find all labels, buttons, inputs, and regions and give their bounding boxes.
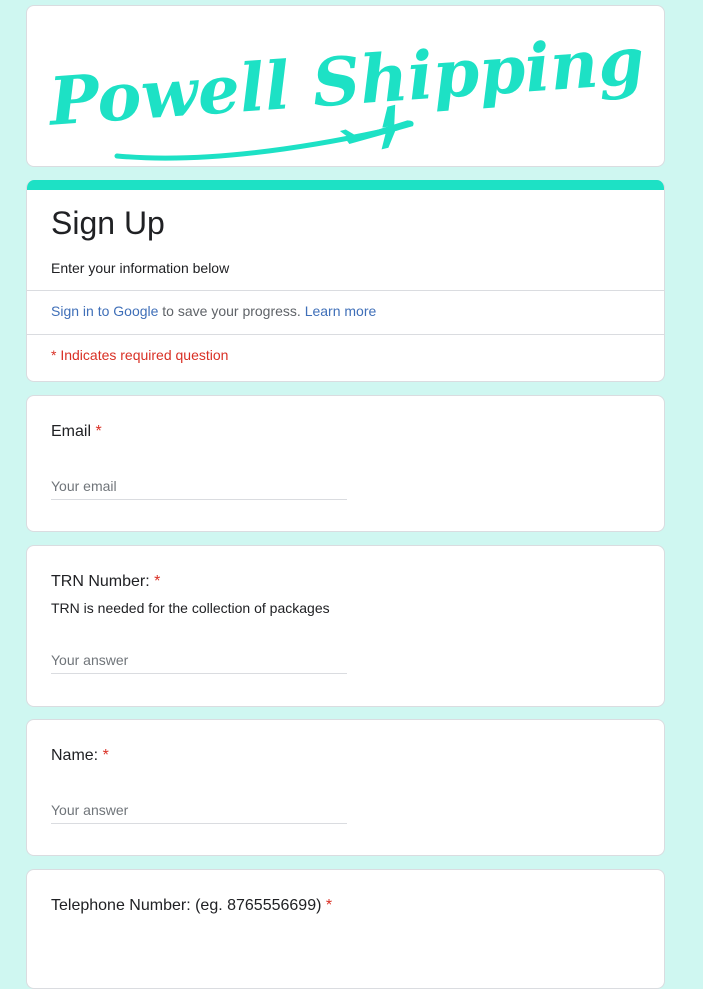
question-card-email: Email * (26, 395, 665, 532)
required-asterisk: * (154, 573, 161, 590)
powell-shipping-logo: Powell Shipping (45, 21, 647, 161)
question-label: Telephone Number: (eg. 8765556699) (51, 897, 322, 914)
banner-card: Powell Shipping (26, 5, 665, 167)
accent-bar (27, 180, 664, 190)
divider (27, 334, 664, 335)
required-asterisk: * (325, 897, 333, 914)
question-help-text: TRN is needed for the collection of pack… (51, 600, 330, 616)
email-input[interactable] (51, 472, 347, 500)
name-input[interactable] (51, 796, 347, 824)
signin-row: Sign in to Google to save your progress.… (51, 303, 376, 319)
question-label: TRN Number: (51, 573, 150, 590)
required-asterisk: * (95, 423, 102, 440)
question-title: Telephone Number: (eg. 8765556699) * (51, 897, 332, 915)
question-title: Email * (51, 423, 102, 441)
required-note: * Indicates required question (51, 347, 229, 363)
question-label: Email (51, 423, 92, 440)
form-title: Sign Up (51, 205, 165, 241)
logo-text: Powell Shipping (45, 21, 647, 141)
question-title: TRN Number: * (51, 573, 160, 591)
question-card-telephone: Telephone Number: (eg. 8765556699) * (26, 869, 665, 989)
question-card-trn: TRN Number: * TRN is needed for the coll… (26, 545, 665, 707)
form-header-card: Sign Up Enter your information below Sig… (26, 180, 665, 382)
learn-more-link[interactable]: Learn more (305, 303, 377, 319)
signin-text: to save your progress. (158, 303, 305, 319)
form-description: Enter your information below (51, 260, 230, 276)
question-card-name: Name: * (26, 719, 665, 856)
question-title: Name: * (51, 747, 109, 765)
trn-input[interactable] (51, 646, 347, 674)
question-label: Name: (51, 747, 99, 764)
required-asterisk: * (102, 747, 109, 764)
divider (27, 290, 664, 291)
sign-in-link[interactable]: Sign in to Google (51, 303, 158, 319)
